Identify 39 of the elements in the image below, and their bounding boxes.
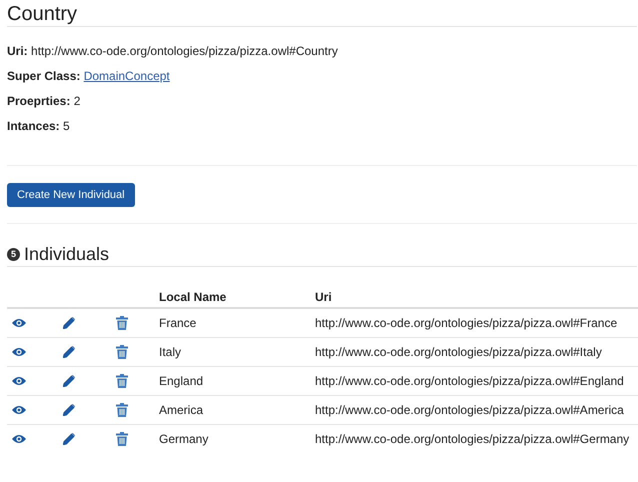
edit-icon[interactable]: [63, 404, 75, 416]
view-icon[interactable]: [12, 376, 26, 386]
delete-icon[interactable]: [116, 316, 128, 330]
local-name-cell: France: [156, 308, 312, 338]
view-icon[interactable]: [12, 405, 26, 415]
property-label: Intances:: [7, 119, 60, 133]
count-badge: 5: [7, 248, 20, 260]
property-value: 2: [74, 94, 80, 108]
view-icon[interactable]: [12, 318, 26, 328]
delete-icon[interactable]: [116, 403, 128, 417]
local-name-cell: Italy: [156, 338, 312, 366]
edit-icon[interactable]: [63, 346, 75, 358]
local-name-cell: America: [156, 396, 312, 424]
delete-icon[interactable]: [116, 432, 128, 446]
property-value: 5: [63, 119, 70, 133]
property-label: Proeprties:: [7, 94, 70, 108]
uri-cell: http://www.co-ode.org/ontologies/pizza/pizza.owl#France: [312, 308, 638, 338]
create-individual-button[interactable]: Create New Individual: [7, 183, 135, 207]
column-header: Local Name: [156, 287, 312, 308]
property-label: Uri:: [7, 44, 28, 58]
super-class-link[interactable]: DomainConcept: [84, 69, 170, 83]
property-value: http://www.co-ode.org/ontologies/pizza/pizza.owl#Country: [31, 44, 338, 58]
delete-icon[interactable]: [116, 345, 128, 359]
uri-cell: http://www.co-ode.org/ontologies/pizza/pizza.owl#Italy: [312, 338, 638, 366]
edit-icon[interactable]: [63, 433, 75, 445]
page-title: Country: [7, 2, 78, 25]
view-icon[interactable]: [12, 434, 26, 444]
section-title: Individuals: [24, 243, 110, 265]
delete-icon[interactable]: [116, 374, 128, 388]
edit-icon[interactable]: [63, 375, 75, 387]
property-label: Super Class:: [7, 69, 80, 83]
local-name-cell: England: [156, 366, 312, 396]
edit-icon[interactable]: [63, 317, 75, 329]
uri-cell: http://www.co-ode.org/ontologies/pizza/pizza.owl#England: [312, 366, 638, 396]
column-header: Uri: [312, 287, 638, 308]
view-icon[interactable]: [12, 347, 26, 357]
local-name-cell: Germany: [156, 424, 312, 453]
uri-cell: http://www.co-ode.org/ontologies/pizza/pizza.owl#America: [312, 396, 638, 424]
uri-cell: http://www.co-ode.org/ontologies/pizza/pizza.owl#Germany: [312, 424, 638, 453]
